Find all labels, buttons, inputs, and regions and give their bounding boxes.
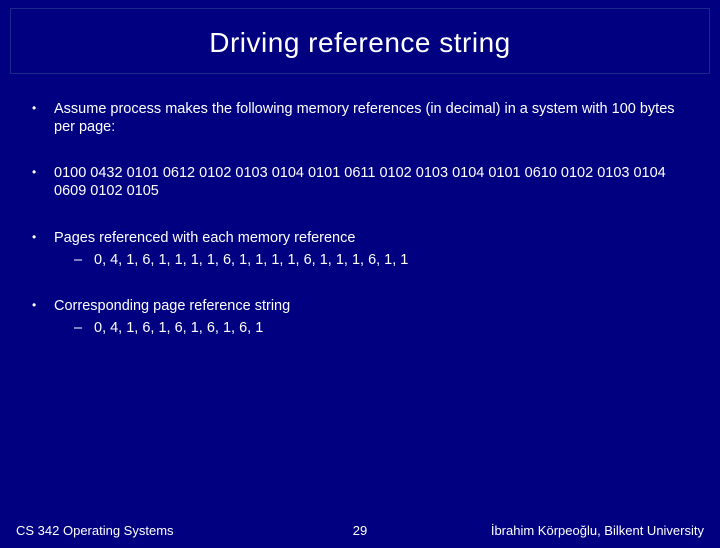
bullet-item: • Assume process makes the following mem… xyxy=(32,100,688,136)
bullet-item: • Corresponding page reference string – … xyxy=(32,297,688,337)
bullet-marker: • xyxy=(32,297,54,337)
footer-page-number: 29 xyxy=(353,523,367,538)
sub-marker: – xyxy=(74,251,94,269)
footer-left: CS 342 Operating Systems xyxy=(16,523,174,538)
bullet-marker: • xyxy=(32,229,54,269)
bullet-text-wrap: Pages referenced with each memory refere… xyxy=(54,229,688,269)
bullet-text: 0100 0432 0101 0612 0102 0103 0104 0101 … xyxy=(54,164,688,200)
sub-bullet: – 0, 4, 1, 6, 1, 6, 1, 6, 1, 6, 1 xyxy=(54,319,688,337)
footer-right: İbrahim Körpeoğlu, Bilkent University xyxy=(491,523,704,538)
sub-marker: – xyxy=(74,319,94,337)
bullet-text: Assume process makes the following memor… xyxy=(54,100,688,136)
sub-bullet: – 0, 4, 1, 6, 1, 1, 1, 1, 6, 1, 1, 1, 1,… xyxy=(54,251,688,269)
sub-text: 0, 4, 1, 6, 1, 1, 1, 1, 6, 1, 1, 1, 1, 6… xyxy=(94,251,408,269)
bullet-item: • Pages referenced with each memory refe… xyxy=(32,229,688,269)
bullet-text-wrap: Corresponding page reference string – 0,… xyxy=(54,297,688,337)
bullet-text: Corresponding page reference string xyxy=(54,298,290,314)
slide-title: Driving reference string xyxy=(21,27,699,59)
bullet-item: • 0100 0432 0101 0612 0102 0103 0104 010… xyxy=(32,164,688,200)
bullet-marker: • xyxy=(32,164,54,200)
slide-content: • Assume process makes the following mem… xyxy=(0,74,720,337)
bullet-marker: • xyxy=(32,100,54,136)
sub-text: 0, 4, 1, 6, 1, 6, 1, 6, 1, 6, 1 xyxy=(94,319,263,337)
title-container: Driving reference string xyxy=(10,8,710,74)
slide-footer: CS 342 Operating Systems 29 İbrahim Körp… xyxy=(0,523,720,538)
bullet-text: Pages referenced with each memory refere… xyxy=(54,230,355,246)
